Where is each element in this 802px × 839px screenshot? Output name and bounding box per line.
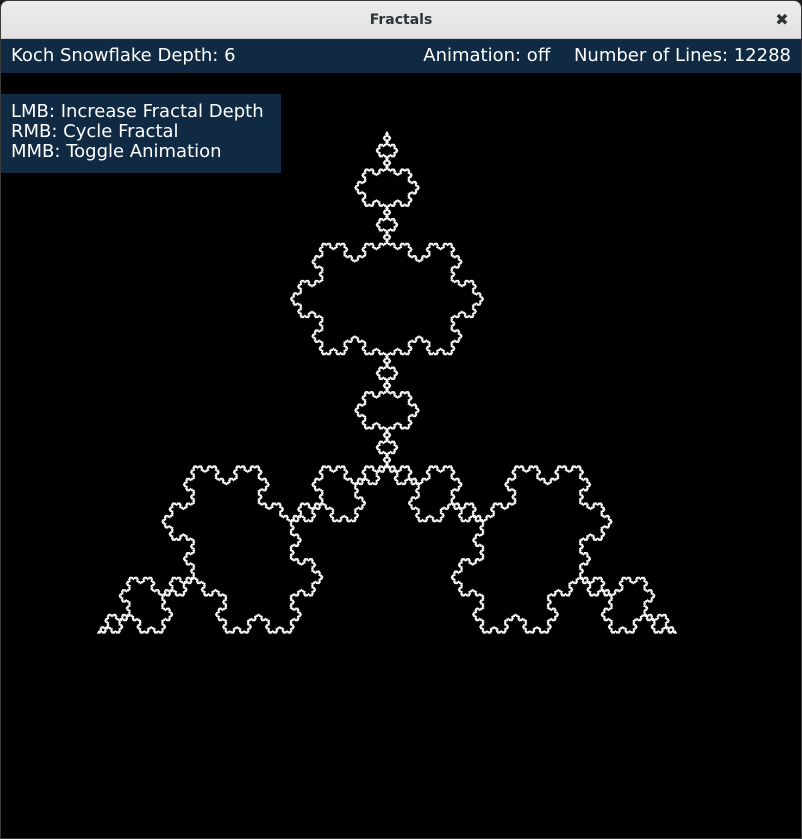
app-window: Fractals ✖ Koch Snowflake Depth: 6 Anima… xyxy=(0,0,802,839)
help-line-lmb: LMB: Increase Fractal Depth xyxy=(11,101,264,122)
close-icon[interactable]: ✖ xyxy=(771,9,793,31)
koch-snowflake-path xyxy=(96,130,678,634)
status-bar: Koch Snowflake Depth: 6 Animation: off N… xyxy=(1,39,801,73)
help-line-mmb: MMB: Toggle Animation xyxy=(11,141,222,162)
animation-status: Animation: off xyxy=(423,45,551,66)
window-title: Fractals xyxy=(369,12,433,28)
help-line-rmb: RMB: Cycle Fractal xyxy=(11,121,179,142)
line-count: Number of Lines: 12288 xyxy=(573,45,791,66)
controls-help-panel: LMB: Increase Fractal Depth RMB: Cycle F… xyxy=(1,94,281,173)
fractal-canvas[interactable]: Koch Snowflake Depth: 6 Animation: off N… xyxy=(1,39,801,838)
title-bar[interactable]: Fractals ✖ xyxy=(1,1,801,39)
fractal-depth-label: Koch Snowflake Depth: 6 xyxy=(11,45,236,66)
status-right-group: Animation: off Number of Lines: 12288 xyxy=(423,39,791,73)
